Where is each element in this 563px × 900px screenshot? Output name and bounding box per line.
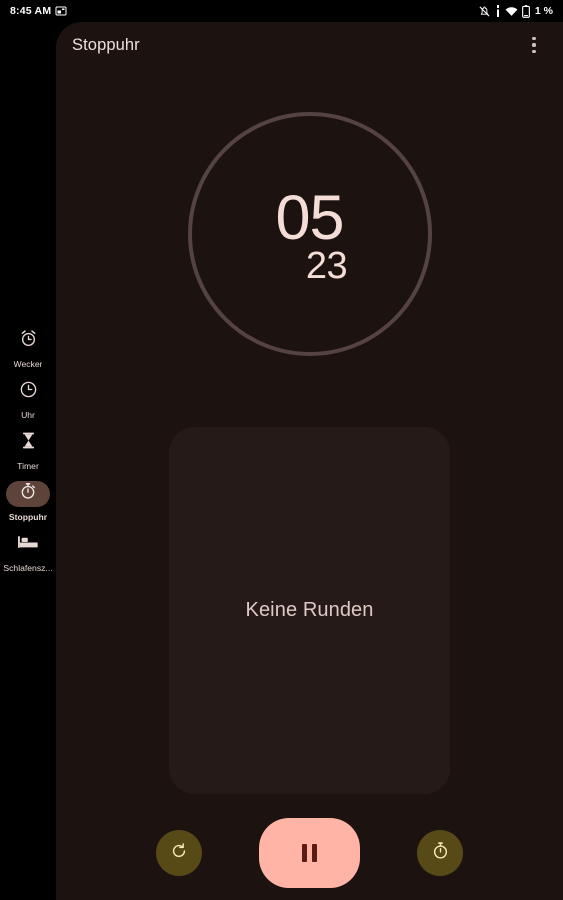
stopwatch-icon: [19, 482, 37, 505]
laps-empty-message: Keine Runden: [245, 599, 374, 621]
stopwatch-app-screen: 8:45 AM 1 % Wecker Uhr Timer Stoppuhr Sc…: [0, 0, 563, 900]
sidebar-item-stoppuhr-label: Stoppuhr: [8, 511, 48, 522]
sidebar-item-stoppuhr[interactable]: Stoppuhr: [0, 480, 56, 522]
sidebar-item-wecker[interactable]: Wecker: [0, 328, 56, 369]
ringer-muted-icon: [478, 5, 491, 18]
lap-button[interactable]: [417, 830, 463, 876]
screenshot-icon: [55, 5, 67, 17]
stopwatch-time-display: 05 23: [272, 183, 348, 287]
pause-button[interactable]: [259, 818, 360, 888]
overflow-dot: [532, 37, 536, 41]
battery-icon: [521, 4, 530, 18]
stopwatch-dial-area: 05 23: [56, 100, 563, 368]
status-bar-left: 8:45 AM: [10, 5, 67, 17]
main-panel: Stoppuhr 05 23 Keine Runden: [56, 22, 563, 900]
navigation-rail: Wecker Uhr Timer Stoppuhr Schlafensz...: [0, 0, 56, 900]
overflow-dot: [532, 43, 536, 47]
sidebar-item-timer-label: Timer: [17, 460, 39, 471]
cellular-signal-icon: [495, 5, 501, 17]
stopwatch-dial-ring: 05 23: [187, 112, 432, 356]
pause-icon: [302, 844, 317, 862]
sidebar-item-wecker-pill: [6, 328, 50, 354]
sidebar-item-schlafenszeit-pill: [6, 532, 50, 558]
sidebar-item-wecker-label: Wecker: [13, 358, 43, 369]
pause-bar: [302, 844, 307, 862]
sidebar-item-schlafenszeit[interactable]: Schlafensz...: [0, 532, 56, 573]
sidebar-item-uhr-pill: [6, 379, 50, 405]
overflow-dot: [532, 49, 536, 53]
laps-card[interactable]: Keine Runden: [169, 427, 450, 794]
overflow-menu-icon[interactable]: [519, 30, 549, 60]
page-title: Stoppuhr: [72, 35, 140, 54]
status-bar-clock: 8:45 AM: [10, 5, 52, 17]
wifi-icon: [505, 6, 518, 17]
status-bar: 8:45 AM 1 %: [0, 0, 563, 22]
sidebar-item-timer-pill: [6, 430, 50, 456]
pause-bar: [312, 844, 317, 862]
stopwatch-icon: [431, 841, 450, 865]
refresh-icon: [170, 842, 188, 865]
stopwatch-controls: [56, 806, 563, 900]
bed-icon: [17, 533, 39, 556]
sidebar-item-uhr[interactable]: Uhr: [0, 379, 56, 420]
clock-icon: [19, 380, 38, 404]
sidebar-item-timer[interactable]: Timer: [0, 430, 56, 471]
alarm-clock-icon: [19, 329, 38, 353]
sidebar-item-stoppuhr-pill: [6, 480, 50, 507]
sidebar-item-uhr-label: Uhr: [21, 409, 35, 420]
stopwatch-seconds: 05: [275, 183, 344, 253]
app-bar: Stoppuhr: [56, 22, 563, 68]
battery-percent-label: 1 %: [534, 5, 553, 17]
reset-button[interactable]: [156, 830, 202, 876]
sidebar-item-schlafenszeit-label: Schlafensz...: [3, 562, 53, 573]
status-bar-right: 1 %: [478, 4, 553, 18]
hourglass-icon: [20, 431, 37, 455]
stopwatch-hundredths: 23: [305, 245, 348, 287]
